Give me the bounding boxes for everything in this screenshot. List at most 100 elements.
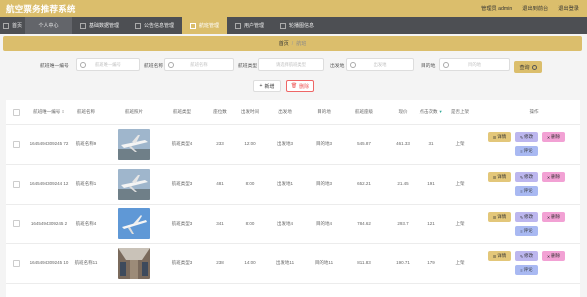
cell-name: 航班名称9 xyxy=(75,141,97,146)
cell-seats: 341 xyxy=(216,220,224,226)
header-time: 出发时间 xyxy=(241,109,259,114)
reviews-button[interactable]: ≡ 评论 xyxy=(515,226,538,236)
nav-notices[interactable]: 公告信息管理 xyxy=(127,17,182,34)
row-checkbox[interactable] xyxy=(9,124,23,164)
reviews-button[interactable]: ≡ 评论 xyxy=(515,265,538,275)
add-button[interactable]: + 新增 xyxy=(253,80,281,92)
table-row: 1645494309245 2 航班名称4 航班类型3 341 8:00 出发地4 目的地4… xyxy=(6,204,580,244)
search-input-name[interactable]: 航班名称 xyxy=(164,58,234,71)
edit-button[interactable]: ✎ 修改 xyxy=(515,172,538,182)
detail-button[interactable]: ☰ 详情 xyxy=(488,132,511,142)
info-icon: ☰ xyxy=(492,253,497,259)
nav-basic-data[interactable]: 基础数据管理 xyxy=(72,17,127,34)
row-checkbox[interactable] xyxy=(9,164,23,204)
search-label-name: 航班名称 xyxy=(144,64,164,69)
checkbox-icon xyxy=(234,22,241,29)
cell-to: 目的地11 xyxy=(314,260,334,265)
app-title: 航空票务推荐系统 xyxy=(6,4,76,14)
remove-button[interactable]: ✕ 删除 xyxy=(542,172,565,182)
cell-time: 8:00 xyxy=(245,220,255,226)
row-checkbox[interactable] xyxy=(9,243,23,283)
delete-button[interactable]: 🗑 删除 xyxy=(286,80,314,92)
nav-flights-label: 航班管理 xyxy=(198,23,219,29)
back-to-frontend-link[interactable]: 退出到前台 xyxy=(522,5,548,12)
query-button[interactable]: 查询 xyxy=(514,61,542,73)
trash-icon: ✕ xyxy=(546,214,551,220)
table-row: 1645494309245 72 航班名称9 航班类型4 233 12:00 出发地3 目的… xyxy=(6,124,580,165)
query-button-label: 查询 xyxy=(519,64,530,71)
row-actions: ☰ 详情 ✎ 修改 ✕ 删除 ≡ 评论 xyxy=(488,164,580,204)
logout-link[interactable]: 退出登录 xyxy=(558,5,579,12)
cell-type: 航班类型3 xyxy=(171,181,193,186)
checkbox-icon xyxy=(12,140,20,148)
nav-users-label: 用户管理 xyxy=(243,23,264,29)
detail-button[interactable]: ☰ 详情 xyxy=(488,172,511,182)
search-label-id: 航班唯一编号 xyxy=(40,64,69,69)
remove-button[interactable]: ✕ 删除 xyxy=(542,212,565,222)
remove-button-label: 删除 xyxy=(551,214,561,219)
remove-button-label: 删除 xyxy=(551,174,561,179)
cell-to: 目的地4 xyxy=(315,220,332,226)
search-placeholder-id: 航班唯一编号 xyxy=(95,62,121,67)
cell-from: 出发地3 xyxy=(276,141,293,146)
delete-button-label: 删除 xyxy=(299,83,310,90)
search-input-from[interactable]: 出发地 xyxy=(346,58,414,71)
remove-button[interactable]: ✕ 删除 xyxy=(542,132,565,142)
cell-seats: 481 xyxy=(216,181,224,186)
search-placeholder-to: 目的地 xyxy=(468,62,481,67)
cell-type: 航班类型3 xyxy=(171,260,193,265)
checkbox-icon xyxy=(189,22,196,29)
checkbox-icon xyxy=(134,22,141,29)
home-icon xyxy=(2,22,9,29)
nav-users[interactable]: 用户管理 xyxy=(227,17,272,34)
detail-button[interactable]: ☰ 详情 xyxy=(488,251,511,261)
nav-home[interactable]: 首页 xyxy=(0,17,25,34)
reviews-button-label: 评论 xyxy=(523,228,533,233)
detail-button-label: 详情 xyxy=(497,174,507,179)
detail-button[interactable]: ☰ 详情 xyxy=(488,212,511,222)
header-to: 目的地 xyxy=(317,109,331,114)
flight-photo xyxy=(118,247,150,279)
reviews-button[interactable]: ≡ 评论 xyxy=(515,186,538,196)
sort-icon[interactable]: ▼ xyxy=(437,109,443,115)
breadcrumb-home[interactable]: 首页 xyxy=(279,40,289,47)
edit-button[interactable]: ✎ 修改 xyxy=(515,212,538,222)
search-input-to[interactable]: 目的地 xyxy=(439,58,510,71)
table-row: 1645494309244 12 航班名称1 航班类型3 481 8:00 出发地1 目的地… xyxy=(6,164,580,205)
header-type: 航班类型 xyxy=(173,109,191,114)
cell-to: 目的地3 xyxy=(315,181,332,186)
cell-time: 12:00 xyxy=(244,141,256,146)
remove-button[interactable]: ✕ 删除 xyxy=(542,251,565,261)
nav-carousel[interactable]: 轮播图信息 xyxy=(272,17,322,34)
select-all-checkbox[interactable] xyxy=(9,100,23,124)
reviews-button[interactable]: ≡ 评论 xyxy=(515,146,538,156)
pencil-icon: ✎ xyxy=(519,253,524,259)
plus-icon: + xyxy=(259,83,263,89)
list-icon: ≡ xyxy=(520,148,523,154)
nav-profile[interactable]: 个人中心 xyxy=(25,17,72,34)
edit-button[interactable]: ✎ 修改 xyxy=(515,132,538,142)
search-input-id[interactable]: 航班唯一编号 xyxy=(76,58,140,71)
flight-photo xyxy=(118,168,150,200)
edit-button[interactable]: ✎ 修改 xyxy=(515,251,538,261)
flight-table: 航班唯一编号 ⇕ 航班名称 航班照片 航班类型 座位数 出发时间 出发地 目的地… xyxy=(6,100,580,297)
search-bar: 航班唯一编号 航班唯一编号 航班名称 航班名称 航班类型 请选择航班类型 出发地… xyxy=(0,58,587,74)
cell-from: 出发地11 xyxy=(275,260,295,265)
cell-to: 目的地3 xyxy=(315,141,332,146)
row-checkbox[interactable] xyxy=(9,204,23,243)
nav-flights[interactable]: 航班管理 xyxy=(182,17,227,34)
search-select-type[interactable]: 请选择航班类型 xyxy=(258,58,324,71)
cell-time: 14:00 xyxy=(244,260,256,265)
table-header: 航班唯一编号 ⇕ 航班名称 航班照片 航班类型 座位数 出发时间 出发地 目的地… xyxy=(6,100,580,125)
search-label-to: 目的地 xyxy=(421,64,436,69)
cell-status: 上架 xyxy=(455,220,465,226)
cell-photo xyxy=(110,243,158,283)
cell-seats: 233 xyxy=(216,141,224,146)
pencil-icon: ✎ xyxy=(519,214,524,220)
search-icon xyxy=(531,64,537,70)
header-grade: 航班座级 xyxy=(355,109,373,114)
add-button-label: 新增 xyxy=(264,83,275,90)
header-from: 出发地 xyxy=(278,109,292,114)
list-icon: ≡ xyxy=(520,267,523,273)
cell-grade: 652.21 xyxy=(357,181,371,186)
